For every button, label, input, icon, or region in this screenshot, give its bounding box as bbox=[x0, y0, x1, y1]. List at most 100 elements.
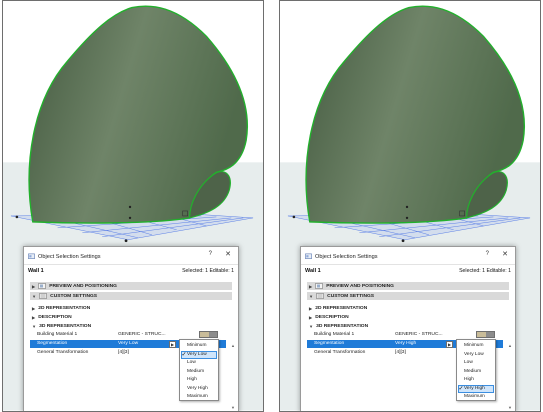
object-settings-icon bbox=[28, 253, 35, 259]
hotspot-point[interactable] bbox=[292, 215, 296, 219]
param-value: [4][3] bbox=[395, 350, 406, 355]
param-name: Segmentation bbox=[37, 341, 68, 346]
dropdown-option[interactable]: Low bbox=[458, 359, 494, 367]
expand-arrow-icon: ▶ bbox=[309, 314, 313, 320]
param-value: GENERIC - STRUC... bbox=[395, 332, 443, 337]
segmentation-dropdown[interactable]: Minimum Very Low Low Medium High ✓ Very H… bbox=[456, 339, 496, 401]
subsection-3d-representation[interactable]: ▼ 3D REPRESENTATION bbox=[30, 322, 232, 330]
section-preview-and-positioning[interactable]: ▶ PREVIEW AND POSITIONING bbox=[307, 282, 509, 290]
expand-arrow-icon: ▶ bbox=[309, 305, 313, 311]
section-label: PREVIEW AND POSITIONING bbox=[326, 283, 394, 289]
param-name: Segmentation bbox=[314, 341, 345, 346]
param-row-building-material[interactable]: Building Material 1 GENERIC - STRUC... bbox=[307, 331, 503, 339]
dropdown-option[interactable]: Maximum bbox=[458, 393, 494, 401]
hotspot-point[interactable] bbox=[128, 205, 132, 209]
dropdown-option[interactable]: Minimum bbox=[181, 342, 217, 350]
param-value: Very High bbox=[395, 341, 417, 346]
dropdown-arrow-icon[interactable]: ▶ bbox=[169, 340, 176, 348]
subsection-3d-representation[interactable]: ▼ 3D REPRESENTATION bbox=[307, 322, 509, 330]
dialog-title-bar[interactable]: Object Selection Settings bbox=[305, 251, 378, 262]
subsection-label: 3D REPRESENTATION bbox=[39, 323, 92, 329]
subsection-description[interactable]: ▶ DESCRIPTION bbox=[307, 313, 509, 321]
param-value: Very Low bbox=[118, 341, 139, 346]
dropdown-option-selected[interactable]: ✓ Very High bbox=[458, 384, 494, 393]
custom-settings-icon bbox=[39, 293, 47, 299]
section-preview-and-positioning[interactable]: ▶ PREVIEW AND POSITIONING bbox=[30, 282, 232, 290]
header-divider bbox=[24, 264, 238, 265]
dropdown-option[interactable]: High bbox=[181, 376, 217, 384]
subsection-label: 3D REPRESENTATION bbox=[316, 323, 369, 329]
scroll-up-icon[interactable]: ▲ bbox=[231, 343, 235, 348]
close-button[interactable]: ✕ bbox=[225, 250, 231, 258]
help-button[interactable]: ? bbox=[486, 251, 489, 257]
dropdown-arrow-icon[interactable]: ▶ bbox=[446, 340, 453, 348]
param-name: Building Material 1 bbox=[37, 332, 78, 337]
section-custom-settings[interactable]: ▼ CUSTOM SETTINGS bbox=[30, 292, 232, 300]
right-panel: Object Selection Settings ? ✕ Wall 1 Sel… bbox=[279, 0, 541, 412]
header-divider bbox=[301, 264, 515, 265]
param-value: GENERIC - STRUC... bbox=[118, 332, 166, 337]
dropdown-option[interactable]: Medium bbox=[458, 368, 494, 376]
collapse-arrow-icon: ▼ bbox=[32, 293, 37, 299]
subsection-2d-representation[interactable]: ▶ 2D REPRESENTATION bbox=[30, 304, 232, 312]
collapse-arrow-icon: ▼ bbox=[309, 323, 314, 329]
help-button[interactable]: ? bbox=[209, 251, 212, 257]
dialog-scrollbar[interactable]: ▲ ▼ bbox=[231, 343, 236, 410]
dropdown-option[interactable]: Medium bbox=[181, 368, 217, 376]
material-swatch[interactable] bbox=[476, 331, 495, 338]
section-custom-settings[interactable]: ▼ CUSTOM SETTINGS bbox=[307, 292, 509, 300]
expand-arrow-icon: ▶ bbox=[309, 283, 313, 289]
dropdown-option[interactable]: Low bbox=[181, 359, 217, 367]
subsection-2d-representation[interactable]: ▶ 2D REPRESENTATION bbox=[307, 304, 509, 312]
custom-settings-icon bbox=[316, 293, 324, 299]
scroll-down-icon[interactable]: ▼ bbox=[508, 405, 512, 410]
preview-icon bbox=[315, 283, 323, 289]
expand-arrow-icon: ▶ bbox=[32, 283, 36, 289]
material-swatch[interactable] bbox=[199, 331, 218, 338]
dropdown-option[interactable]: Maximum bbox=[181, 393, 217, 401]
hotspot-point[interactable] bbox=[405, 216, 409, 220]
dialog-title-bar[interactable]: Object Selection Settings bbox=[28, 251, 101, 262]
element-name: Wall 1 bbox=[28, 268, 44, 274]
dialog-title: Object Selection Settings bbox=[315, 253, 378, 260]
subsection-label: 2D REPRESENTATION bbox=[38, 305, 91, 311]
hotspot-point[interactable] bbox=[124, 239, 128, 243]
collapse-arrow-icon: ▼ bbox=[32, 323, 37, 329]
selection-info: Selected: 1 Editable: 1 bbox=[182, 268, 234, 274]
expand-arrow-icon: ▶ bbox=[32, 314, 36, 320]
hotspot-point[interactable] bbox=[401, 239, 405, 243]
dropdown-option[interactable]: Minimum bbox=[458, 342, 494, 350]
object-settings-icon bbox=[305, 253, 312, 259]
param-row-building-material[interactable]: Building Material 1 GENERIC - STRUC... bbox=[30, 331, 226, 339]
preview-icon bbox=[38, 283, 46, 289]
scroll-down-icon[interactable]: ▼ bbox=[231, 405, 235, 410]
hotspot-point[interactable] bbox=[15, 215, 19, 219]
collapse-arrow-icon: ▼ bbox=[309, 293, 314, 299]
dialog-scrollbar[interactable]: ▲ ▼ bbox=[508, 343, 513, 410]
param-name: Building Material 1 bbox=[314, 332, 355, 337]
param-value: [4][3] bbox=[118, 350, 129, 355]
element-name: Wall 1 bbox=[305, 268, 321, 274]
dropdown-option[interactable]: High bbox=[458, 376, 494, 384]
hotspot-point[interactable] bbox=[405, 205, 409, 209]
dropdown-option-selected[interactable]: ✓ Very Low bbox=[181, 350, 217, 359]
object-selection-settings-dialog: Object Selection Settings ? ✕ Wall 1 Sel… bbox=[23, 246, 239, 411]
close-button[interactable]: ✕ bbox=[502, 250, 508, 258]
checkmark-icon: ✓ bbox=[181, 351, 187, 358]
dropdown-option[interactable]: Very Low bbox=[458, 351, 494, 359]
expand-arrow-icon: ▶ bbox=[32, 305, 36, 311]
dropdown-option[interactable]: Very High bbox=[181, 385, 217, 393]
subsection-label: 2D REPRESENTATION bbox=[315, 305, 368, 311]
section-label: CUSTOM SETTINGS bbox=[50, 293, 98, 299]
subsection-label: DESCRIPTION bbox=[315, 314, 349, 320]
checkmark-icon: ✓ bbox=[458, 385, 464, 392]
subsection-description[interactable]: ▶ DESCRIPTION bbox=[30, 313, 232, 321]
segmentation-dropdown[interactable]: Minimum ✓ Very Low Low Medium High Very H… bbox=[179, 339, 219, 401]
scroll-up-icon[interactable]: ▲ bbox=[508, 343, 512, 348]
dialog-title: Object Selection Settings bbox=[38, 253, 101, 260]
param-name: General Transformation bbox=[314, 350, 366, 355]
object-selection-settings-dialog: Object Selection Settings ? ✕ Wall 1 Sel… bbox=[300, 246, 516, 411]
section-label: PREVIEW AND POSITIONING bbox=[49, 283, 117, 289]
hotspot-point[interactable] bbox=[128, 216, 132, 220]
subsection-label: DESCRIPTION bbox=[38, 314, 72, 320]
